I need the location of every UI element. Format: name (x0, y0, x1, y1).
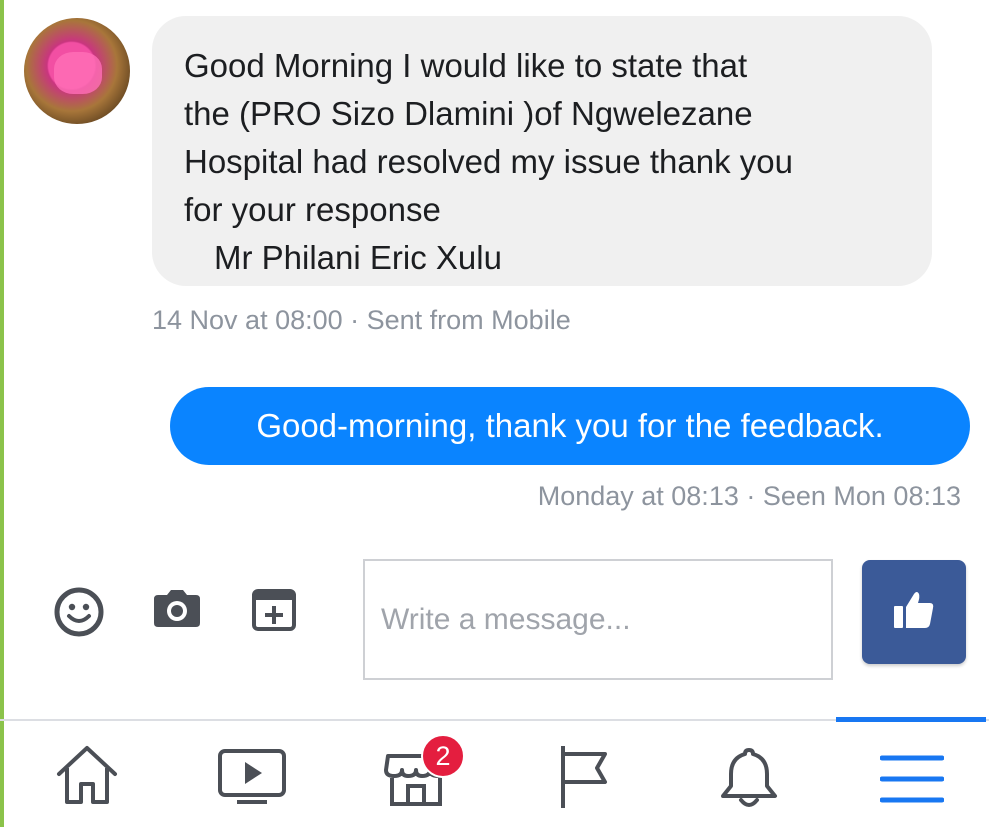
pages-flag-icon[interactable] (557, 744, 613, 815)
message-line: the (PRO Sizo Dlamini )of Ngwelezane (184, 95, 753, 132)
smiley-icon[interactable] (52, 585, 106, 644)
marketplace-badge: 2 (421, 734, 465, 778)
incoming-message-bubble: Good Morning I would like to state that … (152, 16, 932, 286)
home-icon[interactable] (55, 744, 119, 811)
notifications-bell-icon[interactable] (719, 746, 779, 815)
message-input[interactable] (363, 559, 833, 680)
video-icon[interactable] (217, 748, 287, 811)
message-signature: Mr Philani Eric Xulu (214, 239, 502, 276)
thumbs-up-icon (894, 592, 934, 628)
outgoing-message-meta: Monday at 08:13 · Seen Mon 08:13 (537, 481, 961, 511)
menu-icon[interactable] (879, 754, 945, 809)
add-sticker-icon[interactable] (251, 588, 297, 637)
like-send-button[interactable] (862, 560, 966, 664)
sender-avatar[interactable] (24, 18, 130, 124)
active-tab-indicator (836, 717, 986, 722)
left-edge-accent (0, 0, 4, 827)
incoming-message-meta: 14 Nov at 08:00 · Sent from Mobile (152, 305, 571, 335)
message-line: Good Morning I would like to state that (184, 47, 748, 84)
camera-icon[interactable] (152, 589, 202, 634)
outgoing-message-bubble: Good-morning, thank you for the feedback… (170, 387, 970, 465)
message-line: Hospital had resolved my issue thank you (184, 143, 793, 180)
message-line: for your response (184, 191, 441, 228)
